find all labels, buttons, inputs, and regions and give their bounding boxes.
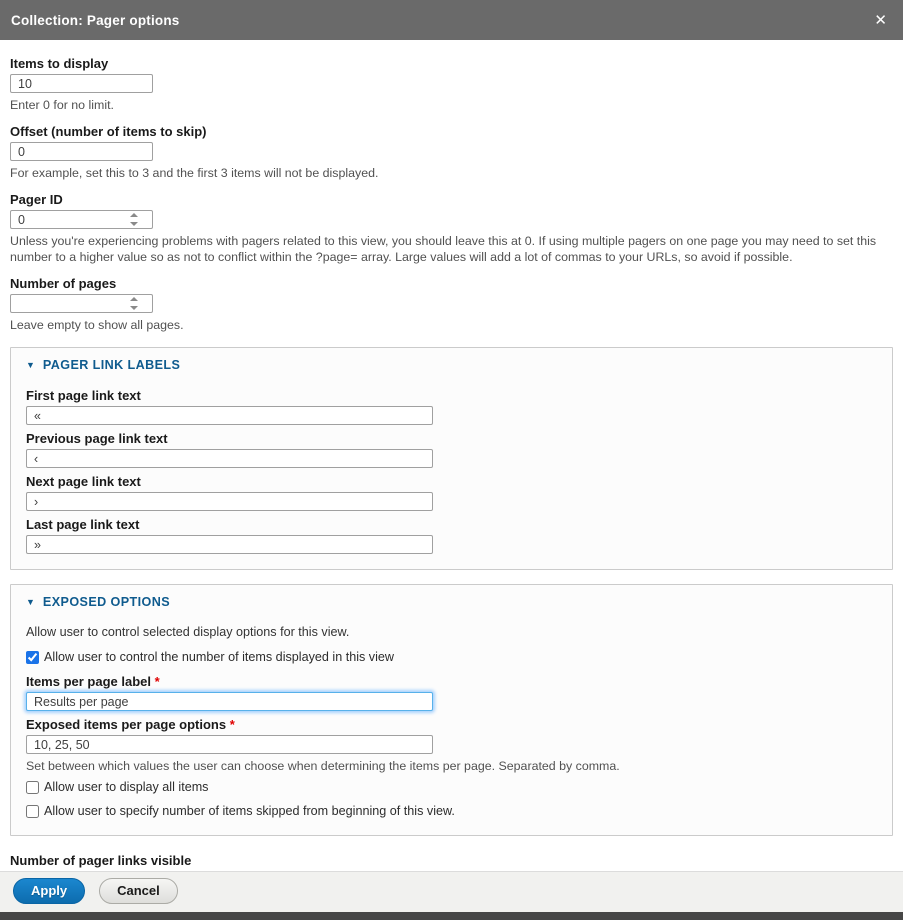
- pager-options-modal: Collection: Pager options ✕ Items to dis…: [0, 0, 903, 920]
- items-to-display-description: Enter 0 for no limit.: [10, 97, 893, 113]
- items-per-page-options-description: Set between which values the user can ch…: [26, 758, 877, 774]
- close-icon[interactable]: ✕: [874, 13, 887, 28]
- items-per-page-options-group: Exposed items per page options * Set bet…: [26, 717, 877, 774]
- items-per-page-options-label: Exposed items per page options *: [26, 717, 877, 733]
- items-per-page-label-label: Items per page label *: [26, 674, 877, 690]
- pager-links-visible-label: Number of pager links visible: [10, 853, 893, 869]
- display-all-checkbox-label: Allow user to display all items: [44, 780, 208, 794]
- previous-page-link-group: Previous page link text: [26, 431, 877, 468]
- cancel-button[interactable]: Cancel: [99, 878, 178, 904]
- number-of-pages-description: Leave empty to show all pages.: [10, 317, 893, 333]
- display-all-checkbox-row: Allow user to display all items: [26, 780, 877, 794]
- skip-items-checkbox-row: Allow user to specify number of items sk…: [26, 804, 877, 818]
- collapse-arrow-icon: ▼: [26, 598, 35, 607]
- pager-links-visible-group: Number of pager links visible Specify th…: [10, 853, 893, 871]
- pager-link-labels-fieldset: ▼ PAGER LINK LABELS First page link text…: [10, 347, 893, 570]
- display-all-checkbox[interactable]: [26, 781, 39, 794]
- modal-title: Collection: Pager options: [11, 13, 180, 28]
- exposed-options-summary[interactable]: ▼ EXPOSED OPTIONS: [26, 595, 877, 609]
- collapse-arrow-icon: ▼: [26, 361, 35, 370]
- control-items-checkbox-label: Allow user to control the number of item…: [44, 650, 394, 664]
- offset-label: Offset (number of items to skip): [10, 124, 893, 140]
- modal-footer: Apply Cancel: [0, 871, 903, 912]
- control-items-checkbox[interactable]: [26, 651, 39, 664]
- offset-description: For example, set this to 3 and the first…: [10, 165, 893, 181]
- next-page-link-group: Next page link text: [26, 474, 877, 511]
- next-page-link-label: Next page link text: [26, 474, 877, 490]
- modal-body: Items to display Enter 0 for no limit. O…: [0, 40, 903, 871]
- exposed-options-fieldset: ▼ EXPOSED OPTIONS Allow user to control …: [10, 584, 893, 836]
- first-page-link-label: First page link text: [26, 388, 877, 404]
- pager-id-label: Pager ID: [10, 192, 893, 208]
- items-to-display-group: Items to display Enter 0 for no limit.: [10, 56, 893, 113]
- items-to-display-label: Items to display: [10, 56, 893, 72]
- previous-page-link-label: Previous page link text: [26, 431, 877, 447]
- items-per-page-options-input[interactable]: [26, 735, 433, 754]
- number-of-pages-group: Number of pages Leave empty to show all …: [10, 276, 893, 333]
- modal-header: Collection: Pager options ✕: [0, 0, 903, 40]
- first-page-link-group: First page link text: [26, 388, 877, 425]
- items-per-page-label-input[interactable]: [26, 692, 433, 711]
- last-page-link-input[interactable]: [26, 535, 433, 554]
- number-spinner-icon[interactable]: [130, 213, 138, 226]
- previous-page-link-input[interactable]: [26, 449, 433, 468]
- offset-input[interactable]: [10, 142, 153, 161]
- last-page-link-group: Last page link text: [26, 517, 877, 554]
- pager-link-labels-title: PAGER LINK LABELS: [43, 358, 180, 372]
- next-page-link-input[interactable]: [26, 492, 433, 511]
- first-page-link-input[interactable]: [26, 406, 433, 425]
- skip-items-checkbox-label: Allow user to specify number of items sk…: [44, 804, 455, 818]
- offset-group: Offset (number of items to skip) For exa…: [10, 124, 893, 181]
- number-spinner-icon[interactable]: [130, 297, 138, 310]
- page-background-strip: [0, 912, 903, 920]
- control-items-checkbox-row: Allow user to control the number of item…: [26, 650, 877, 664]
- apply-button[interactable]: Apply: [13, 878, 85, 904]
- required-marker: *: [230, 717, 235, 732]
- pager-link-labels-summary[interactable]: ▼ PAGER LINK LABELS: [26, 358, 877, 372]
- required-marker: *: [155, 674, 160, 689]
- items-to-display-input[interactable]: [10, 74, 153, 93]
- number-of-pages-label: Number of pages: [10, 276, 893, 292]
- skip-items-checkbox[interactable]: [26, 805, 39, 818]
- pager-id-description: Unless you're experiencing problems with…: [10, 233, 893, 265]
- exposed-options-intro: Allow user to control selected display o…: [26, 625, 877, 639]
- last-page-link-label: Last page link text: [26, 517, 877, 533]
- exposed-options-title: EXPOSED OPTIONS: [43, 595, 170, 609]
- items-per-page-label-group: Items per page label *: [26, 674, 877, 711]
- pager-id-group: Pager ID Unless you're experiencing prob…: [10, 192, 893, 265]
